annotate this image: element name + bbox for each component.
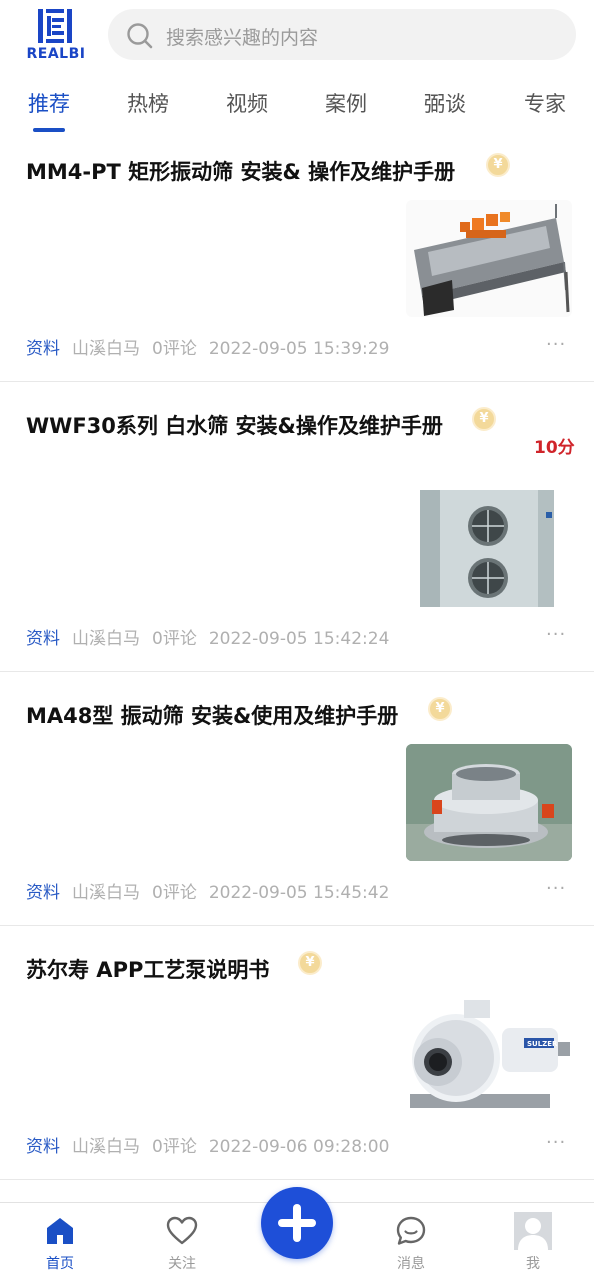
item-author[interactable]: 山溪白马 xyxy=(72,629,140,649)
item-time: 2022-09-05 15:39:29 xyxy=(208,339,390,359)
item-time: 2022-09-05 15:42:24 xyxy=(208,629,390,649)
item-title[interactable]: MA48型 振动筛 安装&使用及维护手册 xyxy=(26,698,466,734)
item-time: 2022-09-06 09:28:00 xyxy=(208,1137,390,1157)
coin-icon: ¥ xyxy=(428,697,452,721)
more-options-icon[interactable]: ··· xyxy=(546,878,566,899)
nav-messages-label: 消息 xyxy=(397,1256,425,1272)
nav-home-label: 首页 xyxy=(46,1256,74,1272)
item-comments: 0评论 xyxy=(152,883,197,903)
item-comments: 0评论 xyxy=(152,629,197,649)
tab-hot[interactable]: 热榜 xyxy=(127,88,169,118)
item-meta: 资料 山溪白马 0评论 2022-09-05 15:39:29 xyxy=(26,334,389,359)
nav-me[interactable]: 我 xyxy=(493,1203,573,1280)
tab-recommend[interactable]: 推荐 xyxy=(28,88,70,118)
active-tab-indicator xyxy=(33,128,65,132)
item-title[interactable]: WWF30系列 白水筛 安装&操作及维护手册 xyxy=(26,408,466,444)
item-category[interactable]: 资料 xyxy=(26,629,60,649)
realbi-logo[interactable]: REALBI xyxy=(18,8,94,62)
sulzer-brand-label: SULZER xyxy=(527,1040,558,1048)
coin-icon: ¥ xyxy=(472,407,496,431)
category-tabs: 推荐 热榜 视频 案例 弼谈 专家 xyxy=(0,84,594,136)
avatar-icon xyxy=(514,1212,552,1250)
nav-home[interactable]: 首页 xyxy=(20,1203,100,1280)
home-icon xyxy=(47,1218,73,1244)
realbi-logo-icon xyxy=(38,9,72,43)
item-author[interactable]: 山溪白马 xyxy=(72,339,140,359)
more-options-icon[interactable]: ··· xyxy=(546,1132,566,1153)
item-category[interactable]: 资料 xyxy=(26,883,60,903)
item-author[interactable]: 山溪白马 xyxy=(72,883,140,903)
nav-me-label: 我 xyxy=(526,1256,540,1272)
item-title[interactable]: 苏尔寿 APP工艺泵说明书 xyxy=(26,952,466,988)
search-placeholder: 搜索感兴趣的内容 xyxy=(166,27,319,49)
item-time: 2022-09-05 15:45:42 xyxy=(208,883,390,903)
feed-item[interactable]: MM4-PT 矩形振动筛 安装& 操作及维护手册 ¥ 资料 山溪白马 0评论 2022… xyxy=(0,136,594,382)
feed-item[interactable]: MA48型 振动筛 安装&使用及维护手册 ¥ 资料 山溪白马 0评论 2022-09-… xyxy=(0,672,594,926)
nav-follow[interactable]: 关注 xyxy=(142,1203,222,1280)
vibrating-screen-image xyxy=(406,200,572,317)
create-post-button[interactable] xyxy=(261,1187,333,1259)
tab-experts[interactable]: 专家 xyxy=(524,88,566,118)
top-header: REALBI 搜索感兴趣的内容 xyxy=(0,0,594,70)
nav-messages[interactable]: 消息 xyxy=(371,1203,451,1280)
item-author[interactable]: 山溪白马 xyxy=(72,1137,140,1157)
chat-bubble-icon xyxy=(396,1216,426,1245)
search-icon xyxy=(127,23,153,49)
nav-follow-label: 关注 xyxy=(168,1256,196,1272)
coin-icon: ¥ xyxy=(298,951,322,975)
process-pump-image: SULZER xyxy=(406,998,572,1115)
heart-icon xyxy=(166,1216,198,1245)
logo-wordmark: REALBI xyxy=(26,46,86,62)
item-thumbnail[interactable] xyxy=(406,200,572,317)
item-meta: 资料 山溪白马 0评论 2022-09-06 09:28:00 xyxy=(26,1132,389,1157)
item-comments: 0评论 xyxy=(152,1137,197,1157)
feed-item[interactable]: 苏尔寿 APP工艺泵说明书 ¥ SULZER 资料 山溪白马 0评论 2022-09-… xyxy=(0,926,594,1180)
item-meta: 资料 山溪白马 0评论 2022-09-05 15:45:42 xyxy=(26,878,389,903)
more-options-icon[interactable]: ··· xyxy=(546,334,566,355)
item-meta: 资料 山溪白马 0评论 2022-09-05 15:42:24 xyxy=(26,624,389,649)
more-options-icon[interactable]: ··· xyxy=(546,624,566,645)
item-thumbnail[interactable] xyxy=(406,490,572,607)
item-category[interactable]: 资料 xyxy=(26,1137,60,1157)
tab-talk[interactable]: 弼谈 xyxy=(424,88,466,118)
round-sieve-image xyxy=(406,744,572,861)
reward-points-badge: 10分 xyxy=(534,438,575,458)
tab-cases[interactable]: 案例 xyxy=(325,88,367,118)
item-thumbnail[interactable] xyxy=(406,744,572,861)
item-thumbnail[interactable]: SULZER xyxy=(406,998,572,1115)
search-bar[interactable]: 搜索感兴趣的内容 xyxy=(108,9,576,60)
coin-icon: ¥ xyxy=(486,153,510,177)
feed-item[interactable]: WWF30系列 白水筛 安装&操作及维护手册 ¥ 10分 资料 山溪白马 0评论 20… xyxy=(0,382,594,672)
item-comments: 0评论 xyxy=(152,339,197,359)
item-title[interactable]: MM4-PT 矩形振动筛 安装& 操作及维护手册 xyxy=(26,154,466,190)
white-water-screen-image xyxy=(406,490,572,607)
item-category[interactable]: 资料 xyxy=(26,339,60,359)
tab-video[interactable]: 视频 xyxy=(226,88,268,118)
